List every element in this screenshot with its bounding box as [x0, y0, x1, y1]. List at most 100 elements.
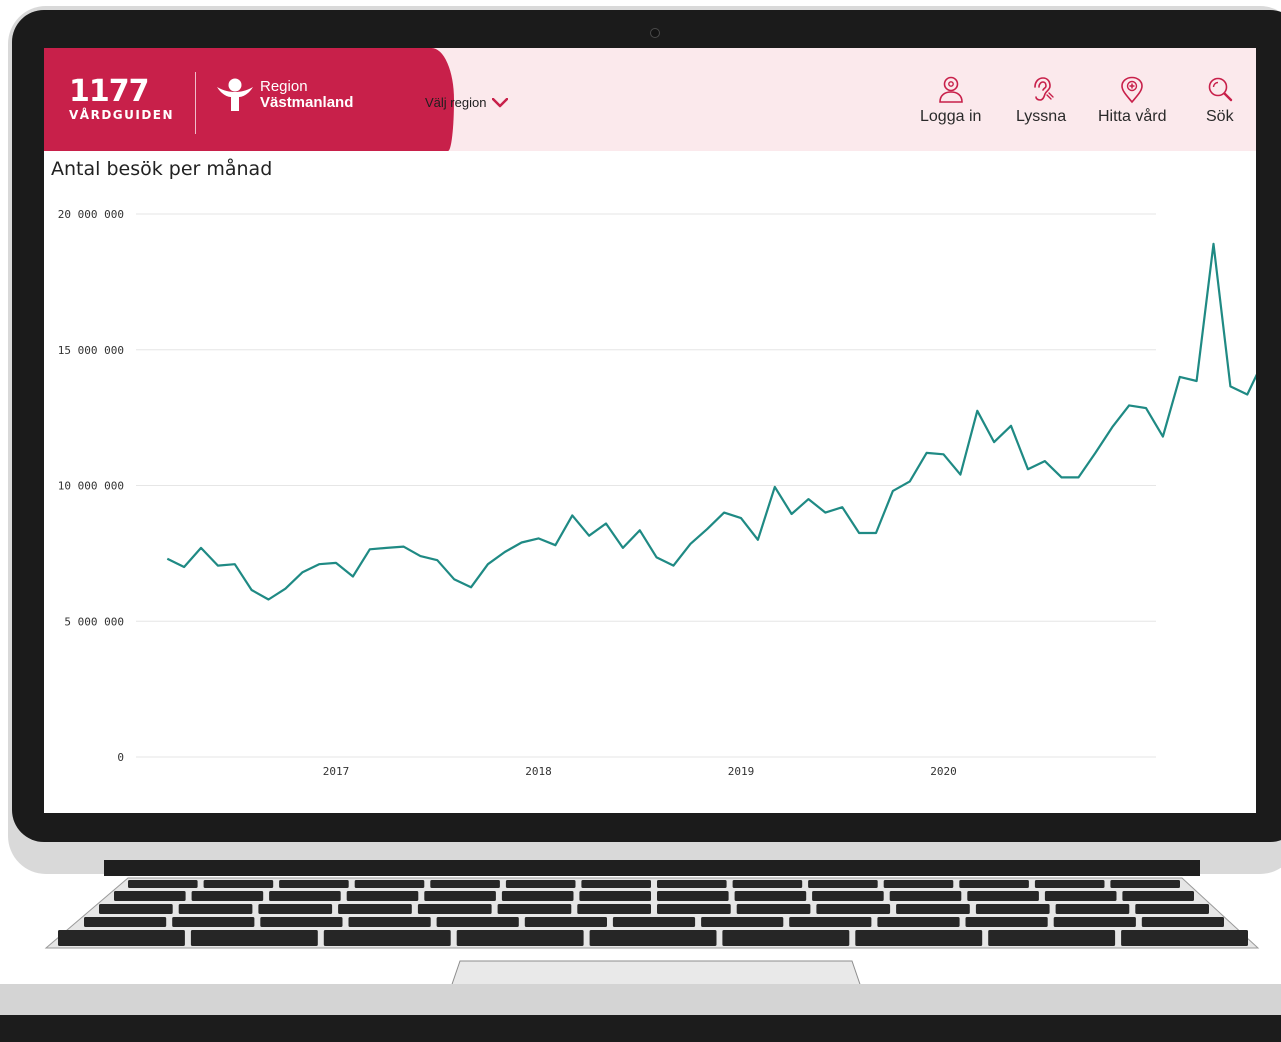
keyboard-key — [1121, 930, 1248, 946]
keyboard-key — [877, 917, 960, 927]
keyboard-key — [172, 917, 255, 927]
y-tick-label: 15 000 000 — [58, 344, 124, 357]
keyboard-key — [1122, 891, 1194, 901]
keyboard-key — [1053, 917, 1136, 927]
keyboard-key — [965, 917, 1048, 927]
keyboard-key — [99, 904, 173, 914]
keyboard-key — [279, 880, 349, 888]
keyboard-key — [577, 904, 651, 914]
keyboard-key — [722, 930, 850, 946]
user-icon — [938, 76, 963, 103]
keyboard-key — [501, 891, 574, 901]
keyboard-key — [430, 880, 500, 888]
site-header: 1177 VÅRDGUIDEN Region Västmanland Välj … — [44, 48, 1256, 151]
ear-icon — [1034, 77, 1054, 101]
logo-name: VÅRDGUIDEN — [69, 108, 175, 122]
keyboard-key — [657, 891, 729, 901]
nav-search-button[interactable]: Sök — [1206, 76, 1234, 126]
keyboard-key — [497, 904, 572, 914]
nav-find-care-label: Hitta vård — [1098, 108, 1167, 125]
region-emblem-icon — [217, 78, 253, 111]
keyboard-key — [1135, 904, 1209, 914]
keyboard-key — [589, 930, 717, 946]
laptop-screen: 1177 VÅRDGUIDEN Region Västmanland Välj … — [44, 48, 1256, 813]
x-tick-label: 2020 — [930, 765, 957, 778]
x-tick-label: 2018 — [525, 765, 552, 778]
keyboard-key — [855, 930, 983, 946]
keyboard-key — [808, 880, 878, 888]
keyboard-key — [967, 891, 1039, 901]
y-tick-label: 0 — [117, 751, 124, 764]
logo-number: 1177 — [69, 74, 150, 109]
keyboard-key — [612, 917, 696, 927]
region-logo[interactable]: Region Västmanland — [216, 78, 353, 112]
x-tick-label: 2017 — [323, 765, 350, 778]
keyboard-key — [579, 891, 651, 901]
keyboard-key — [883, 880, 954, 888]
keyboard-key — [114, 891, 186, 901]
keyboard-key — [732, 880, 803, 888]
y-tick-label: 20 000 000 — [58, 208, 124, 221]
series-line — [166, 242, 1256, 601]
keyboard-key — [505, 880, 576, 888]
keyboard-key — [269, 891, 341, 901]
visits-line-chart: 0 5 000 000 10 000 000 15 000 000 20 000 000… — [58, 208, 1256, 778]
region-select[interactable]: Välj region — [425, 95, 509, 110]
keyboard-key — [889, 891, 962, 901]
keyboard-key — [456, 930, 584, 946]
keyboard-key — [190, 930, 318, 946]
keyboard-key — [128, 880, 198, 888]
keyboard-key — [436, 917, 519, 927]
keyboard-key — [812, 891, 884, 901]
nav-search-label: Sök — [1206, 108, 1234, 125]
region-name-line2: Västmanland — [260, 94, 354, 111]
keyboard-key — [1110, 880, 1180, 888]
keyboard-key — [348, 917, 431, 927]
keyboard-key — [657, 904, 731, 914]
search-icon — [1208, 77, 1232, 102]
keyboard-key — [323, 930, 451, 946]
keyboard-icon — [44, 877, 1260, 949]
keyboard-key — [1044, 891, 1117, 901]
keyboard-key — [657, 880, 727, 888]
keyboard-key — [524, 917, 607, 927]
keyboard-key — [736, 904, 811, 914]
keyboard-key — [959, 880, 1029, 888]
keyboard-key — [424, 891, 496, 901]
keyboard-key — [734, 891, 807, 901]
camera-icon — [650, 28, 660, 38]
keyboard-key — [260, 917, 343, 927]
vardguiden-logo[interactable]: 1177 VÅRDGUIDEN — [69, 74, 175, 123]
location-pin-icon — [1121, 76, 1144, 104]
keyboard-key — [816, 904, 891, 914]
nav-login-label: Logga in — [920, 108, 982, 125]
keyboard-key — [178, 904, 253, 914]
keyboard-key — [354, 880, 425, 888]
keyboard-key — [338, 904, 412, 914]
keyboard-key — [988, 930, 1116, 946]
keyboard-key — [581, 880, 651, 888]
keyboard-key — [701, 917, 784, 927]
keyboard-key — [1141, 917, 1224, 927]
logo-divider — [195, 72, 196, 134]
keyboard-key — [789, 917, 872, 927]
desk-surface — [0, 984, 1281, 1016]
x-tick-label: 2019 — [728, 765, 755, 778]
keyboard-key — [84, 917, 167, 927]
nav-find-care-button[interactable]: Hitta vård — [1098, 76, 1166, 126]
desk-edge — [0, 1015, 1281, 1042]
keyboard-key — [203, 880, 274, 888]
keyboard-key — [58, 930, 185, 946]
nav-login-button[interactable]: Logga in — [920, 76, 981, 126]
keyboard-key — [417, 904, 492, 914]
keyboard-key — [1055, 904, 1130, 914]
keyboard-key — [896, 904, 970, 914]
region-select-label: Välj region — [425, 95, 487, 110]
keyboard-key — [191, 891, 264, 901]
y-tick-label: 5 000 000 — [64, 615, 124, 628]
region-name-line1: Region — [260, 78, 308, 95]
keyboard-key — [346, 891, 419, 901]
nav-listen-label: Lyssna — [1016, 108, 1067, 125]
nav-listen-button[interactable]: Lyssna — [1016, 76, 1066, 126]
keyboard-key — [258, 904, 333, 914]
